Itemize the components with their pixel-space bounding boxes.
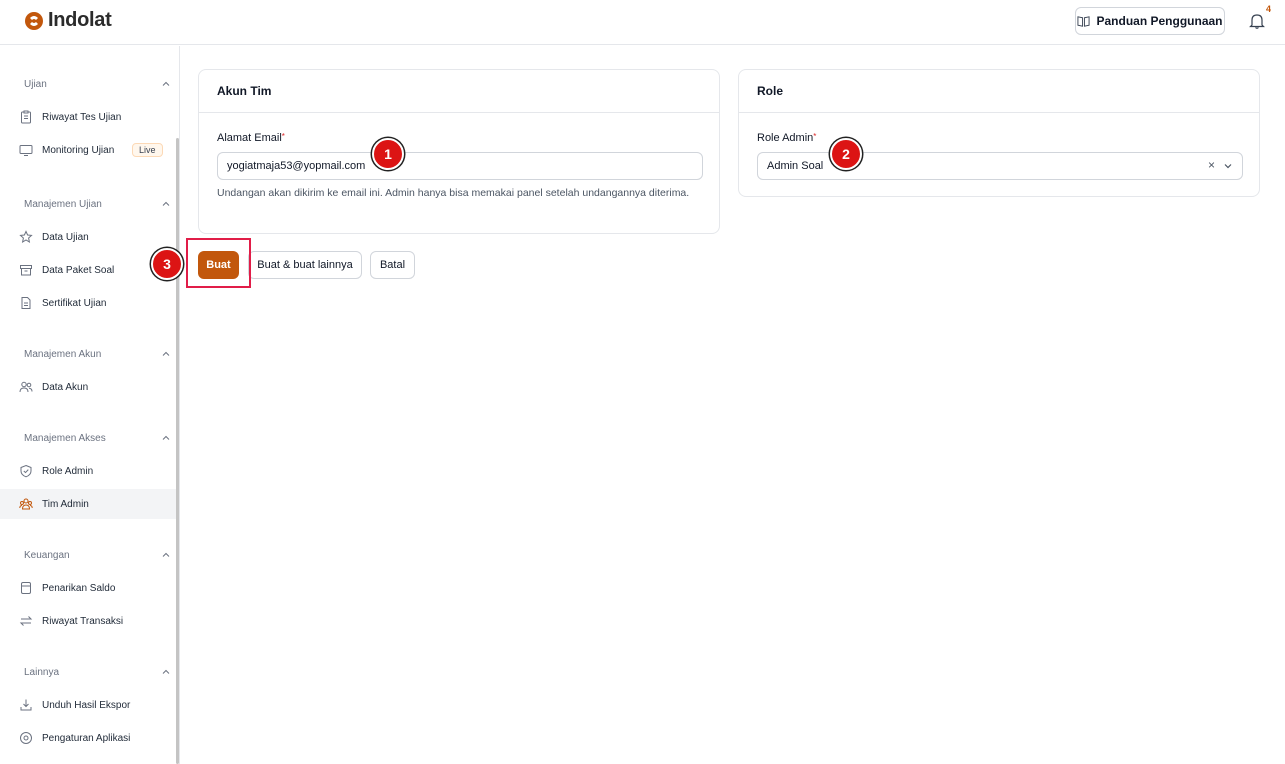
download-icon bbox=[20, 699, 32, 711]
top-bar: Indolat Panduan Penggunaan 4 bbox=[0, 0, 1285, 45]
sidebar-item-monitoring-ujian[interactable]: Monitoring Ujian Live bbox=[0, 135, 176, 165]
sidebar-item-data-ujian[interactable]: Data Ujian bbox=[0, 222, 176, 252]
sidebar-group-title: Manajemen Akun bbox=[24, 349, 102, 360]
role-select-value: Admin Soal bbox=[767, 160, 824, 172]
sidebar-item-label: Monitoring Ujian bbox=[42, 144, 115, 156]
sidebar-item-role-admin[interactable]: Role Admin bbox=[0, 456, 176, 486]
sidebar-item-label: Role Admin bbox=[42, 465, 94, 477]
sidebar-item-label: Penarikan Saldo bbox=[42, 582, 116, 594]
sidebar-group-lainnya[interactable]: Lainnya bbox=[24, 667, 171, 681]
sidebar-item-pengaturan-aplikasi[interactable]: Pengaturan Aplikasi bbox=[0, 723, 176, 753]
sidebar-group-title: Lainnya bbox=[24, 667, 60, 678]
guide-button[interactable]: Panduan Penggunaan bbox=[1075, 7, 1225, 35]
sidebar-item-label: Pengaturan Aplikasi bbox=[42, 732, 131, 744]
step-marker-3: 3 bbox=[151, 248, 183, 280]
sidebar-item-label: Sertifikat Ujian bbox=[42, 297, 107, 309]
wallet-icon bbox=[21, 582, 31, 594]
card-divider bbox=[739, 112, 1259, 113]
monitor-icon bbox=[19, 145, 33, 156]
sidebar-item-data-paket-soal[interactable]: Data Paket Soal bbox=[0, 255, 176, 285]
role-label: Role Admin* bbox=[757, 132, 816, 144]
sidebar-group-keuangan[interactable]: Keuangan bbox=[24, 550, 171, 564]
sidebar-scrollbar[interactable] bbox=[176, 138, 179, 764]
create-another-button[interactable]: Buat & buat lainnya bbox=[248, 251, 362, 279]
sidebar-item-label: Tim Admin bbox=[42, 498, 89, 510]
clipboard-icon bbox=[21, 110, 31, 124]
email-field-value: yogiatmaja53@yopmail.com bbox=[227, 160, 366, 172]
sidebar-item-label: Data Ujian bbox=[42, 231, 89, 243]
sidebar-item-label: Unduh Hasil Ekspor bbox=[42, 699, 131, 711]
document-icon bbox=[21, 297, 31, 309]
sidebar-item-penarikan-saldo[interactable]: Penarikan Saldo bbox=[0, 573, 176, 603]
settings-icon bbox=[20, 732, 32, 744]
sidebar-group-ujian[interactable]: Ujian bbox=[24, 79, 171, 93]
live-badge: Live bbox=[132, 143, 163, 157]
chevron-up-icon bbox=[162, 552, 170, 557]
sidebar-item-data-akun[interactable]: Data Akun bbox=[0, 372, 176, 402]
sidebar-item-label: Data Akun bbox=[42, 381, 89, 393]
account-card: Akun Tim Alamat Email* yogiatmaja53@yopm… bbox=[198, 69, 720, 234]
archive-icon bbox=[20, 265, 32, 276]
chevron-up-icon bbox=[162, 201, 170, 206]
sidebar-item-sertifikat-ujian[interactable]: Sertifikat Ujian bbox=[0, 288, 176, 318]
role-label-text: Role Admin bbox=[757, 132, 814, 144]
clear-icon[interactable]: × bbox=[1208, 158, 1215, 172]
sidebar-item-label: Data Paket Soal bbox=[42, 264, 115, 276]
sidebar-item-tim-admin[interactable]: Tim Admin bbox=[0, 489, 176, 519]
book-icon bbox=[1077, 15, 1091, 27]
chevron-up-icon bbox=[162, 435, 170, 440]
email-helper-text: Undangan akan dikirim ke email ini. Admi… bbox=[217, 187, 690, 199]
chevron-up-icon bbox=[162, 351, 170, 356]
star-icon bbox=[19, 230, 33, 243]
cancel-button[interactable]: Batal bbox=[370, 251, 415, 279]
required-mark: * bbox=[281, 132, 285, 141]
chevron-up-icon bbox=[162, 669, 170, 674]
email-field[interactable]: yogiatmaja53@yopmail.com bbox=[217, 152, 703, 180]
sidebar-item-unduh-hasil-ekspor[interactable]: Unduh Hasil Ekspor bbox=[0, 690, 176, 720]
sidebar-group-manajemen-akun[interactable]: Manajemen Akun bbox=[24, 349, 171, 363]
transfer-icon bbox=[19, 616, 33, 626]
brand-logo[interactable]: Indolat bbox=[24, 9, 112, 32]
required-mark: * bbox=[813, 132, 817, 141]
sidebar-group-manajemen-akses[interactable]: Manajemen Akses bbox=[24, 433, 171, 447]
sidebar-group-manajemen-ujian[interactable]: Manajemen Ujian bbox=[24, 199, 171, 213]
sidebar-item-riwayat-tes-ujian[interactable]: Riwayat Tes Ujian bbox=[0, 102, 176, 132]
sidebar-item-riwayat-transaksi[interactable]: Riwayat Transaksi bbox=[0, 606, 176, 636]
role-card-title: Role bbox=[757, 84, 784, 98]
sidebar-item-label: Riwayat Transaksi bbox=[42, 615, 124, 627]
sidebar: Ujian Riwayat Tes Ujian Monitoring Ujian… bbox=[0, 46, 180, 764]
create-button-highlight bbox=[186, 238, 251, 288]
sidebar-item-label: Riwayat Tes Ujian bbox=[42, 111, 122, 123]
guide-button-label: Panduan Penggunaan bbox=[1096, 14, 1223, 28]
logo-icon bbox=[25, 11, 43, 30]
step-marker-2: 2 bbox=[830, 138, 862, 170]
chevron-down-icon[interactable] bbox=[1223, 161, 1233, 171]
sidebar-group-title: Manajemen Akses bbox=[24, 433, 106, 444]
chevron-up-icon bbox=[162, 81, 170, 86]
team-icon bbox=[19, 498, 33, 510]
sidebar-group-title: Manajemen Ujian bbox=[24, 199, 102, 210]
sidebar-group-title: Keuangan bbox=[24, 550, 70, 561]
brand-name: Indolat bbox=[48, 9, 112, 31]
users-icon bbox=[19, 381, 33, 393]
bell-icon[interactable] bbox=[1248, 12, 1266, 30]
role-card: Role Role Admin* Admin Soal × bbox=[738, 69, 1260, 197]
notification-count: 4 bbox=[1266, 4, 1272, 14]
account-card-title: Akun Tim bbox=[217, 84, 272, 98]
sidebar-group-title: Ujian bbox=[24, 79, 47, 90]
step-marker-1: 1 bbox=[372, 138, 404, 170]
card-divider bbox=[199, 112, 719, 113]
email-label: Alamat Email* bbox=[217, 132, 285, 144]
email-label-text: Alamat Email bbox=[217, 132, 282, 144]
shield-check-icon bbox=[20, 464, 32, 478]
